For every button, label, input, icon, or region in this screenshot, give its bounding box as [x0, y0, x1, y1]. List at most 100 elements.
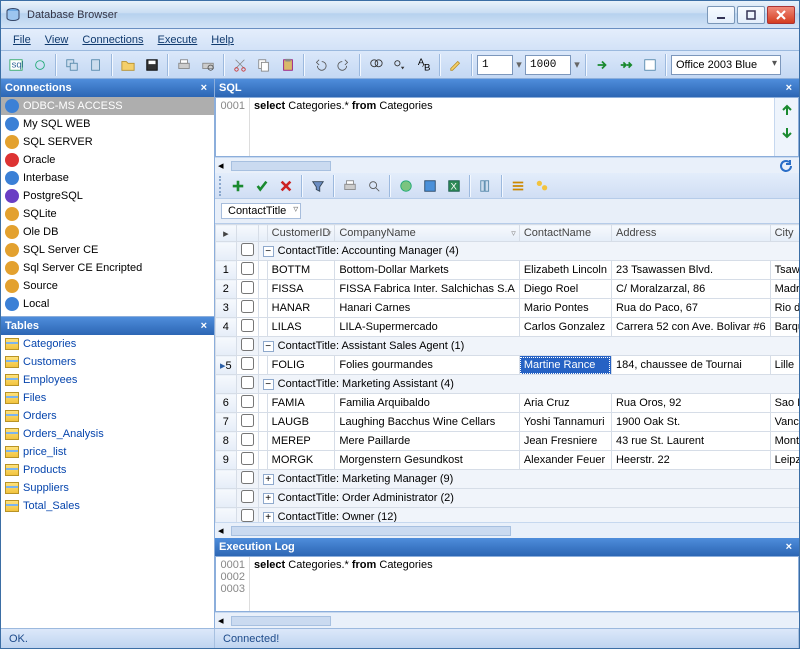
table-item[interactable]: Suppliers [1, 479, 214, 497]
cell[interactable]: Jean Fresniere [519, 432, 611, 451]
page-size-input[interactable] [525, 55, 571, 75]
cell[interactable]: Laughing Bacchus Wine Cellars [335, 413, 519, 432]
group-checkbox[interactable] [241, 243, 254, 256]
run-step-icon[interactable] [615, 54, 637, 76]
grid-hscroll[interactable]: ◂ [215, 522, 799, 538]
connection-item[interactable]: Local [1, 295, 214, 313]
group-checkbox[interactable] [241, 490, 254, 503]
cell[interactable]: Sao Paulo [770, 394, 799, 413]
grid-print-icon[interactable] [339, 175, 361, 197]
column-header[interactable]: Address [611, 225, 770, 242]
cut-icon[interactable] [229, 54, 251, 76]
connection-item[interactable]: SQL Server CE [1, 241, 214, 259]
cell[interactable]: MEREP [267, 432, 335, 451]
cell[interactable]: Elizabeth Lincoln [519, 261, 611, 280]
export-csv-icon[interactable] [419, 175, 441, 197]
table-item[interactable]: Products [1, 461, 214, 479]
cell[interactable]: Morgenstern Gesundkost [335, 451, 519, 470]
history-prev-icon[interactable] [778, 102, 796, 120]
row-checkbox[interactable] [241, 395, 254, 408]
copy-conn-icon[interactable] [61, 54, 83, 76]
tables-close-icon[interactable]: × [198, 320, 210, 332]
cell[interactable]: Martine Rance [519, 356, 611, 375]
connection-item[interactable]: Sql Server CE Encripted [1, 259, 214, 277]
refresh-connections-icon[interactable] [29, 54, 51, 76]
table-item[interactable]: Files [1, 389, 214, 407]
cell[interactable]: C/ Moralzarzal, 86 [611, 280, 770, 299]
execution-log[interactable]: 000100020003 select Categories.* from Ca… [215, 556, 799, 612]
edit-icon[interactable] [445, 54, 467, 76]
cell[interactable]: Montreal [770, 432, 799, 451]
cell[interactable]: Tsawassen [770, 261, 799, 280]
group-checkbox[interactable] [241, 509, 254, 522]
table-row[interactable]: 6FAMIAFamilia ArquibaldoAria CruzRua Oro… [216, 394, 800, 413]
undo-icon[interactable] [309, 54, 331, 76]
cell[interactable]: Vancouve [770, 413, 799, 432]
cell[interactable]: Rio de Ja [770, 299, 799, 318]
cell[interactable]: Folies gourmandes [335, 356, 519, 375]
paste-conn-icon[interactable] [85, 54, 107, 76]
connection-item[interactable]: SQLite [1, 205, 214, 223]
redo-icon[interactable] [333, 54, 355, 76]
view-list-icon[interactable] [507, 175, 529, 197]
sql-editor[interactable]: 0001 select Categories.* from Categories [215, 97, 799, 157]
group-row[interactable]: +ContactTitle: Owner (12) [258, 508, 799, 523]
menu-view[interactable]: View [39, 32, 75, 48]
cell[interactable]: Bottom-Dollar Markets [335, 261, 519, 280]
group-panel[interactable]: ContactTitle [215, 199, 799, 223]
open-icon[interactable] [117, 54, 139, 76]
find-next-icon[interactable] [389, 54, 411, 76]
column-header[interactable]: CustomerID▿ [267, 225, 335, 242]
row-indicator-header[interactable]: ▸ [216, 225, 237, 242]
find-icon[interactable] [365, 54, 387, 76]
reload-sql-icon[interactable] [777, 157, 795, 175]
cell[interactable]: Carlos Gonzalez [519, 318, 611, 337]
paste-icon[interactable] [277, 54, 299, 76]
cell[interactable]: Diego Roel [519, 280, 611, 299]
export-html-icon[interactable] [395, 175, 417, 197]
table-item[interactable]: Categories [1, 335, 214, 353]
cell[interactable]: Lille [770, 356, 799, 375]
row-checkbox[interactable] [241, 262, 254, 275]
table-item[interactable]: Orders_Analysis [1, 425, 214, 443]
cell[interactable]: LILAS [267, 318, 335, 337]
cell[interactable]: 23 Tsawassen Blvd. [611, 261, 770, 280]
table-item[interactable]: Total_Sales [1, 497, 214, 515]
theme-combo[interactable]: Office 2003 Blue [671, 55, 781, 75]
group-checkbox[interactable] [241, 471, 254, 484]
connection-item[interactable]: Interbase [1, 169, 214, 187]
menu-file[interactable]: File [7, 32, 37, 48]
delete-row-icon[interactable] [275, 175, 297, 197]
cell[interactable]: Alexander Feuer [519, 451, 611, 470]
table-item[interactable]: Employees [1, 371, 214, 389]
cell[interactable]: 1900 Oak St. [611, 413, 770, 432]
group-checkbox[interactable] [241, 338, 254, 351]
group-row[interactable]: +ContactTitle: Order Administrator (2) [258, 489, 799, 508]
log-close-icon[interactable]: × [783, 541, 795, 553]
group-row[interactable]: −ContactTitle: Accounting Manager (4) [258, 242, 799, 261]
cell[interactable]: HANAR [267, 299, 335, 318]
minimize-button[interactable] [707, 6, 735, 24]
run-icon[interactable] [591, 54, 613, 76]
connection-item[interactable]: My SQL WEB [1, 115, 214, 133]
table-row[interactable]: 9MORGKMorgenstern GesundkostAlexander Fe… [216, 451, 800, 470]
page-spinner-icon[interactable]: ▾ [515, 58, 523, 71]
cell[interactable]: Rua Oros, 92 [611, 394, 770, 413]
cell[interactable]: Carrera 52 con Ave. Bolivar #6 [611, 318, 770, 337]
row-checkbox[interactable] [241, 281, 254, 294]
save-icon[interactable] [141, 54, 163, 76]
cell[interactable]: Hanari Carnes [335, 299, 519, 318]
table-row[interactable]: 2FISSAFISSA Fabrica Inter. Salchichas S.… [216, 280, 800, 299]
cell[interactable]: Mere Paillarde [335, 432, 519, 451]
column-header[interactable]: CompanyName▿ [335, 225, 519, 242]
table-row[interactable]: 8MEREPMere PaillardeJean Fresniere43 rue… [216, 432, 800, 451]
cell[interactable]: FISSA [267, 280, 335, 299]
row-checkbox[interactable] [241, 414, 254, 427]
row-checkbox[interactable] [241, 433, 254, 446]
column-header[interactable]: ContactName [519, 225, 611, 242]
page-number-input[interactable] [477, 55, 513, 75]
print-icon[interactable] [173, 54, 195, 76]
close-button[interactable] [767, 6, 795, 24]
table-item[interactable]: price_list [1, 443, 214, 461]
data-grid[interactable]: ▸ CustomerID▿CompanyName▿ContactNameAddre… [215, 223, 799, 522]
